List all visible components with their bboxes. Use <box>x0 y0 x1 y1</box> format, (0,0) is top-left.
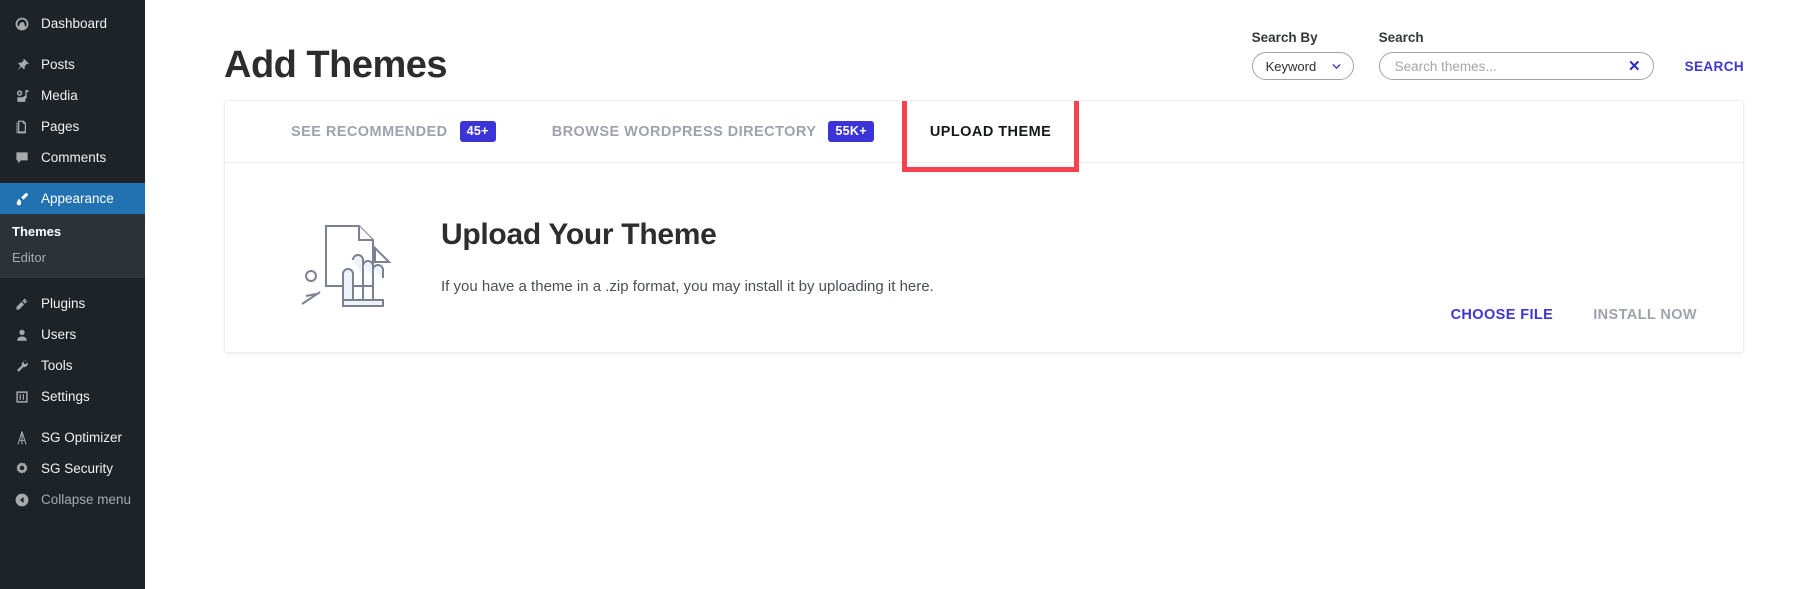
upload-theme-heading: Upload Your Theme <box>441 217 717 251</box>
upload-theme-copy: Upload Your Theme If you have a theme in… <box>427 218 1451 299</box>
brush-icon <box>12 191 32 207</box>
content-wrap: Add Themes Search By Keyword Search Sear… <box>145 0 1800 353</box>
theme-tabs: SEE RECOMMENDED 45+ BROWSE WORDPRESS DIR… <box>225 101 1743 172</box>
main-content: Add Themes Search By Keyword Search Sear… <box>145 0 1800 589</box>
page-title: Add Themes <box>224 44 448 86</box>
add-themes-card: SEE RECOMMENDED 45+ BROWSE WORDPRESS DIR… <box>224 100 1744 353</box>
search-button[interactable]: SEARCH <box>1685 59 1744 80</box>
sidebar-item-comments[interactable]: Comments <box>0 142 145 173</box>
sidebar-item-label: SG Optimizer <box>41 430 123 445</box>
tab-browse-wordpress-directory[interactable]: BROWSE WORDPRESS DIRECTORY 55K+ <box>524 101 902 162</box>
page-header: Add Themes Search By Keyword Search Sear… <box>224 0 1800 100</box>
sidebar-item-pages[interactable]: Pages <box>0 111 145 142</box>
collapse-menu-button[interactable]: Collapse menu <box>0 484 145 515</box>
search-input[interactable] <box>1394 58 1629 74</box>
pages-icon <box>12 119 32 135</box>
appearance-submenu: Themes Editor <box>0 214 145 278</box>
search-group: Search ✕ <box>1378 30 1654 80</box>
install-now-button[interactable]: INSTALL NOW <box>1593 307 1697 323</box>
admin-sidebar: Dashboard Posts Media Pages Comments App… <box>0 0 145 589</box>
sidebar-item-sg-optimizer[interactable]: SG Optimizer <box>0 422 145 453</box>
dashboard-icon <box>12 16 32 32</box>
search-by-select[interactable]: Keyword <box>1251 52 1354 80</box>
submenu-item-themes[interactable]: Themes <box>0 219 145 245</box>
sidebar-item-plugins[interactable]: Plugins <box>0 288 145 319</box>
sidebar-item-label: Plugins <box>41 296 86 311</box>
submenu-item-editor[interactable]: Editor <box>0 245 145 271</box>
plug-icon <box>12 296 32 312</box>
sg-optimizer-icon <box>12 430 32 446</box>
sidebar-item-tools[interactable]: Tools <box>0 350 145 381</box>
sidebar-item-label: Media <box>41 88 78 103</box>
comments-icon <box>12 150 32 166</box>
search-by-value: Keyword <box>1265 58 1317 74</box>
media-icon <box>12 88 32 104</box>
sidebar-item-sg-security[interactable]: SG Security <box>0 453 145 484</box>
sidebar-item-label: Comments <box>41 150 107 165</box>
sidebar-item-label: SG Security <box>41 461 114 476</box>
document-hand-pointer-icon <box>277 204 427 312</box>
upload-theme-panel: Upload Your Theme If you have a theme in… <box>225 163 1743 352</box>
wrench-icon <box>12 358 32 374</box>
sidebar-item-settings[interactable]: Settings <box>0 381 145 412</box>
sidebar-item-media[interactable]: Media <box>0 80 145 111</box>
search-by-group: Search By Keyword <box>1251 30 1354 80</box>
pin-icon <box>12 57 32 73</box>
sidebar-item-posts[interactable]: Posts <box>0 49 145 80</box>
sidebar-item-dashboard[interactable]: Dashboard <box>0 8 145 39</box>
close-icon[interactable]: ✕ <box>1628 59 1641 74</box>
choose-file-button[interactable]: CHOOSE FILE <box>1451 307 1554 323</box>
chevron-left-circle-icon <box>12 492 32 508</box>
sidebar-divider <box>0 39 145 49</box>
sidebar-item-users[interactable]: Users <box>0 319 145 350</box>
tab-badge: 55K+ <box>828 121 874 142</box>
settings-icon <box>12 389 32 405</box>
sidebar-item-label: Appearance <box>41 191 114 206</box>
sidebar-item-label: Settings <box>41 389 90 404</box>
sidebar-item-label: Pages <box>41 119 80 134</box>
page-background <box>145 395 1800 589</box>
chevron-down-icon <box>1330 60 1343 73</box>
sidebar-item-label: Dashboard <box>41 16 108 31</box>
sidebar-item-label: Tools <box>41 358 73 373</box>
tab-badge: 45+ <box>459 121 496 142</box>
theme-search-controls: Search By Keyword Search ✕ <box>1251 30 1744 100</box>
sidebar-divider <box>0 173 145 183</box>
sidebar-item-appearance[interactable]: Appearance <box>0 183 145 214</box>
search-field-wrapper[interactable]: ✕ <box>1378 52 1654 80</box>
search-by-label: Search By <box>1251 30 1318 45</box>
user-icon <box>12 327 32 343</box>
tab-label: BROWSE WORDPRESS DIRECTORY <box>551 123 817 140</box>
admin-page: Dashboard Posts Media Pages Comments App… <box>0 0 1800 589</box>
sg-security-icon <box>12 461 32 477</box>
upload-theme-description: If you have a theme in a .zip format, yo… <box>441 277 934 295</box>
tab-label: SEE RECOMMENDED <box>291 123 448 140</box>
sidebar-divider <box>0 278 145 288</box>
sidebar-divider <box>0 412 145 422</box>
sidebar-item-label: Posts <box>41 57 75 72</box>
collapse-menu-label: Collapse menu <box>41 492 132 507</box>
upload-theme-actions: CHOOSE FILE INSTALL NOW <box>1451 307 1705 352</box>
tab-see-recommended[interactable]: SEE RECOMMENDED 45+ <box>263 101 524 162</box>
search-label: Search <box>1378 30 1424 45</box>
sidebar-item-label: Users <box>41 327 77 342</box>
tab-upload-theme[interactable]: UPLOAD THEME <box>901 101 1080 172</box>
tab-label: UPLOAD THEME <box>929 123 1052 140</box>
